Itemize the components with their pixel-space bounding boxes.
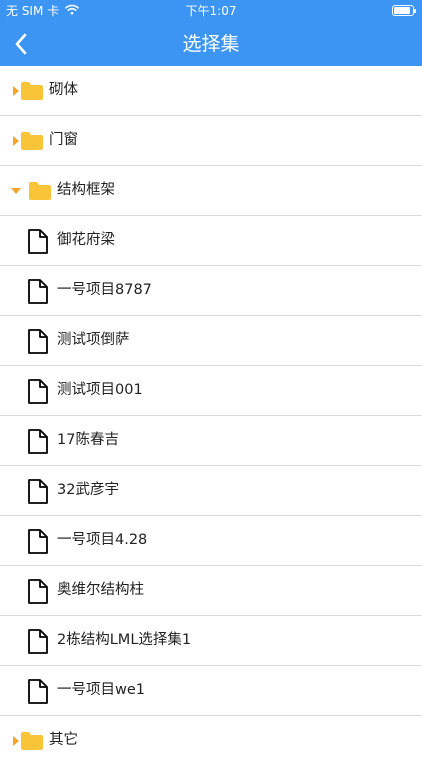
file-icon <box>27 428 49 459</box>
nav-bar: 选择集 <box>0 22 422 66</box>
folder-row[interactable]: 其它 <box>0 716 422 766</box>
header: 无 SIM 卡 下午1:07 选择集 <box>0 0 422 66</box>
folder-row[interactable]: 结构框架 <box>0 166 422 216</box>
page-title: 选择集 <box>182 33 240 55</box>
file-label: 2栋结构LML选择集1 <box>57 632 192 648</box>
file-label: 一号项目8787 <box>57 282 152 298</box>
file-label: 测试项倒萨 <box>57 332 130 348</box>
file-icon <box>27 578 49 609</box>
folder-label: 结构框架 <box>57 182 115 198</box>
file-label: 32武彦宇 <box>57 482 119 498</box>
file-row[interactable]: 测试项目001 <box>0 366 422 416</box>
file-icon <box>27 678 49 709</box>
file-row[interactable]: 一号项目we1 <box>0 666 422 716</box>
file-icon <box>27 228 49 259</box>
file-icon <box>27 628 49 659</box>
caret-down-icon <box>10 185 22 197</box>
file-icon <box>27 278 49 309</box>
folder-icon <box>20 81 44 105</box>
file-label: 御花府梁 <box>57 232 115 248</box>
file-label: 测试项目001 <box>57 382 143 398</box>
status-bar: 无 SIM 卡 下午1:07 <box>0 0 422 22</box>
file-row[interactable]: 奥维尔结构柱 <box>0 566 422 616</box>
file-icon <box>27 378 49 409</box>
file-row[interactable]: 32武彦宇 <box>0 466 422 516</box>
folder-row[interactable]: 砌体 <box>0 66 422 116</box>
status-time: 下午1:07 <box>185 4 237 18</box>
file-row[interactable]: 御花府梁 <box>0 216 422 266</box>
file-row[interactable]: 17陈春吉 <box>0 416 422 466</box>
folder-row[interactable]: 门窗 <box>0 116 422 166</box>
file-label: 一号项目we1 <box>57 682 146 698</box>
file-label: 一号项目4.28 <box>57 532 148 548</box>
folder-icon <box>20 131 44 155</box>
folder-label: 砌体 <box>49 82 78 98</box>
file-icon <box>27 328 49 359</box>
file-row[interactable]: 测试项倒萨 <box>0 316 422 366</box>
battery-level <box>394 7 410 14</box>
file-row[interactable]: 一号项目8787 <box>0 266 422 316</box>
battery-icon <box>392 5 416 16</box>
file-icon <box>27 478 49 509</box>
folder-icon <box>20 731 44 755</box>
file-label: 17陈春吉 <box>57 432 119 448</box>
file-icon <box>27 528 49 559</box>
file-label: 奥维尔结构柱 <box>57 582 144 598</box>
folder-label: 门窗 <box>49 132 78 148</box>
file-row[interactable]: 一号项目4.28 <box>0 516 422 566</box>
file-row[interactable]: 2栋结构LML选择集1 <box>0 616 422 666</box>
folder-label: 其它 <box>49 732 78 748</box>
folder-icon <box>28 181 52 205</box>
selection-set-tree: 砌体 门窗 结构框架 御花府梁 一号项目8787 测试项倒萨 测试项目001 1… <box>0 66 422 766</box>
